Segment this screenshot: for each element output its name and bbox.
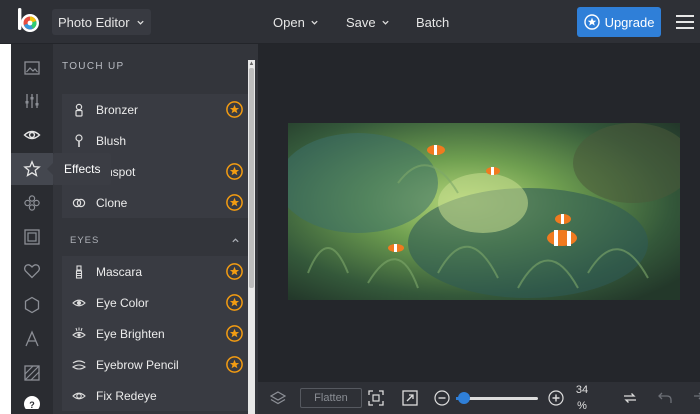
zoom-in-icon[interactable]	[548, 390, 564, 406]
rail-artsy-button[interactable]	[11, 187, 53, 219]
text-icon	[25, 330, 39, 347]
tool-item-eye-brighten[interactable]: Eye Brighten	[62, 318, 248, 349]
rail-textures-button[interactable]	[11, 289, 53, 321]
layers-icon[interactable]	[270, 390, 286, 406]
undo-icon[interactable]	[657, 390, 673, 406]
tool-item-mascara[interactable]: Mascara	[62, 256, 248, 287]
tool-item-eyebrow-pencil[interactable]: Eyebrow Pencil	[62, 349, 248, 380]
blush-icon	[72, 133, 86, 148]
tool-label: Eyebrow Pencil	[96, 357, 179, 372]
tool-label: Eye Brighten	[96, 326, 165, 341]
scrollbar-thumb[interactable]	[249, 68, 254, 288]
premium-star-icon	[226, 163, 243, 180]
bronzer-icon	[72, 103, 86, 117]
zoom-out-icon[interactable]	[434, 390, 450, 406]
batch-button[interactable]: Batch	[416, 10, 449, 34]
flower-icon	[24, 195, 40, 211]
svg-text:?: ?	[29, 400, 35, 409]
tool-rail: ?	[11, 44, 53, 414]
premium-star-icon	[226, 194, 243, 211]
redo-icon[interactable]	[688, 390, 700, 406]
fit-screen-icon[interactable]	[368, 390, 384, 406]
tool-label: Blush	[96, 133, 127, 148]
sliders-icon	[25, 94, 39, 108]
save-label: Save	[346, 14, 376, 30]
tool-label: Bronzer	[96, 102, 139, 117]
image-icon	[24, 61, 40, 75]
tool-list: Bronzer Blush shspot Clone EYES Mascara	[62, 94, 248, 411]
tool-label: Eye Color	[96, 295, 149, 310]
save-menu-button[interactable]: Save	[346, 10, 390, 34]
eye-brighten-icon	[72, 327, 86, 341]
redeye-icon	[72, 389, 86, 403]
scroll-up-arrow-icon[interactable]: ▲	[248, 60, 255, 68]
heart-icon	[23, 264, 41, 279]
rail-image-button[interactable]	[11, 52, 53, 84]
eye-color-icon	[72, 296, 86, 310]
top-bar: Photo Editor Open Save Batch Upgrade	[0, 0, 700, 44]
clone-icon	[72, 196, 86, 210]
tool-item-fix-redeye[interactable]: Fix Redeye	[62, 380, 248, 411]
premium-star-icon	[226, 325, 243, 342]
rail-frames-button[interactable]	[11, 221, 53, 253]
hamburger-menu-icon[interactable]	[676, 15, 694, 29]
rail-text-button[interactable]	[11, 323, 53, 355]
mascara-icon	[72, 264, 86, 279]
zoom-unit: %	[577, 400, 587, 412]
tool-label: Mascara	[96, 264, 143, 279]
upgrade-button[interactable]: Upgrade	[577, 7, 661, 37]
open-label: Open	[273, 14, 305, 30]
rail-graphics-button[interactable]	[11, 255, 53, 287]
rail-adjust-button[interactable]	[11, 85, 53, 117]
flatten-button[interactable]: Flatten	[300, 388, 362, 408]
actual-size-icon[interactable]	[402, 390, 418, 406]
star-icon	[23, 160, 41, 177]
rail-help-button[interactable]: ?	[11, 384, 53, 414]
zoom-number: 34	[575, 384, 589, 396]
premium-star-icon	[226, 356, 243, 373]
befunky-logo-icon[interactable]	[16, 8, 42, 34]
zoom-value: 34 %	[575, 384, 589, 413]
tool-item-bronzer[interactable]: Bronzer	[62, 94, 248, 125]
tool-item-clone[interactable]: Clone	[62, 187, 248, 218]
hatch-icon	[24, 365, 40, 381]
left-edge	[0, 44, 11, 414]
compare-swap-icon[interactable]	[622, 390, 638, 406]
rail-touchup-button[interactable]	[11, 119, 53, 151]
premium-star-icon	[226, 294, 243, 311]
panel-title: TOUCH UP	[62, 61, 125, 72]
chevron-down-icon	[311, 20, 318, 25]
photo-canvas-image[interactable]	[288, 123, 680, 300]
star-circle-icon	[583, 14, 600, 30]
tool-label: Clone	[96, 195, 128, 210]
open-menu-button[interactable]: Open	[273, 10, 319, 34]
eyebrow-icon	[72, 358, 86, 372]
eye-icon	[23, 130, 41, 140]
premium-star-icon	[226, 263, 243, 280]
texture-icon	[24, 296, 40, 314]
help-icon: ?	[24, 396, 40, 409]
section-header-eyes[interactable]: EYES	[62, 225, 248, 256]
tool-label: Fix Redeye	[96, 388, 157, 403]
app-menu-label: Photo Editor	[58, 14, 130, 30]
tool-item-blush[interactable]: Blush	[62, 125, 248, 156]
frame-icon	[24, 229, 40, 245]
app-menu-dropdown[interactable]: Photo Editor	[52, 9, 151, 35]
section-title: EYES	[70, 235, 100, 246]
effects-tooltip: Effects	[46, 153, 112, 185]
touch-up-panel: TOUCH UP Bronzer Blush shspot Clone EYES	[53, 44, 258, 414]
batch-label: Batch	[416, 14, 450, 30]
chevron-down-icon	[381, 20, 389, 25]
premium-star-icon	[226, 101, 243, 118]
tool-item-eye-color[interactable]: Eye Color	[62, 287, 248, 318]
chevron-up-icon	[232, 238, 239, 243]
chevron-down-icon	[136, 20, 144, 25]
upgrade-label: Upgrade	[604, 14, 655, 30]
